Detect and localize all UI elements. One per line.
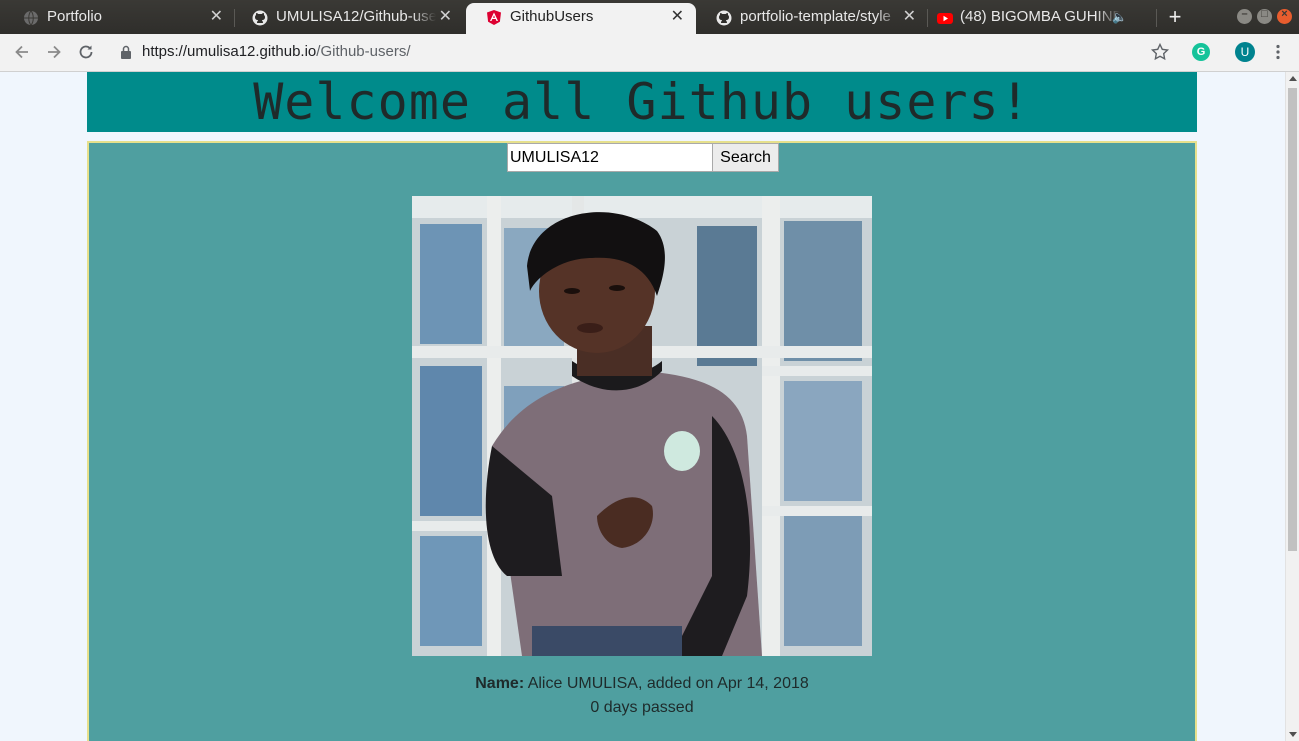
tab-githubusers[interactable]: GithubUsers ✕: [466, 3, 696, 34]
github-icon: [716, 10, 732, 26]
forward-arrow-icon[interactable]: [44, 42, 64, 62]
maximize-button[interactable]: □: [1257, 8, 1272, 24]
tab-label: (48) BIGOMBA GUHINDA: [960, 8, 1120, 25]
page-title: Welcome all Github users!: [253, 73, 1031, 131]
globe-icon: [24, 10, 38, 26]
search-input[interactable]: [507, 143, 713, 172]
browser-tab-strip: Portfolio ✕ UMULISA12/Github-users ✕ Git…: [0, 0, 1299, 34]
page-header: Welcome all Github users!: [87, 72, 1197, 132]
reload-icon[interactable]: [76, 42, 96, 62]
window-close-button[interactable]: ×: [1277, 8, 1292, 24]
tab-youtube[interactable]: (48) BIGOMBA GUHINDA 🔈: [925, 3, 1157, 34]
address-bar[interactable]: https://umulisa12.github.io/Github-users…: [142, 43, 411, 60]
scrollbar-thumb[interactable]: [1288, 88, 1297, 551]
angular-icon: [487, 10, 501, 25]
lock-icon[interactable]: [120, 45, 132, 59]
tab-label: GithubUsers: [510, 8, 594, 25]
tab-portfolio-template[interactable]: portfolio-template/style ✕: [696, 3, 928, 34]
user-photo-illustration: [412, 196, 872, 656]
github-icon: [252, 10, 268, 26]
user-panel: Search: [87, 141, 1197, 741]
scroll-up-arrow-icon[interactable]: [1289, 76, 1297, 81]
back-arrow-icon[interactable]: [12, 42, 32, 62]
tab-label: UMULISA12/Github-users: [276, 8, 436, 25]
new-tab-button[interactable]: +: [1165, 4, 1185, 30]
user-avatar-photo: [412, 196, 872, 656]
close-icon[interactable]: ✕: [439, 3, 452, 31]
youtube-icon: [937, 13, 953, 24]
search-button[interactable]: Search: [712, 143, 779, 172]
grammarly-extension-icon[interactable]: G: [1192, 43, 1210, 61]
days-passed-text: 0 days passed: [590, 699, 694, 716]
page-scrollbar[interactable]: [1285, 72, 1299, 741]
tab-label: portfolio-template/style: [740, 8, 891, 25]
url-host: https://umulisa12.github.io: [142, 43, 317, 60]
speaker-icon[interactable]: 🔈: [1112, 3, 1127, 31]
close-icon[interactable]: ✕: [210, 3, 223, 31]
tab-separator: [1156, 9, 1157, 27]
scroll-down-arrow-icon[interactable]: [1289, 732, 1297, 737]
profile-avatar[interactable]: U: [1235, 42, 1255, 62]
close-icon[interactable]: ✕: [903, 3, 916, 31]
star-icon[interactable]: [1150, 42, 1170, 62]
page-viewport: Welcome all Github users! Search: [0, 72, 1285, 741]
close-icon[interactable]: ✕: [671, 3, 684, 31]
more-menu-icon[interactable]: [1268, 42, 1288, 62]
url-path: /Github-users/: [316, 43, 411, 60]
tab-label: Portfolio: [47, 8, 103, 25]
tab-github-users-repo[interactable]: UMULISA12/Github-users ✕: [232, 3, 464, 34]
browser-toolbar: https://umulisa12.github.io/Github-users…: [0, 34, 1299, 72]
user-name-line: Name: Alice UMULISA, added on Apr 14, 20…: [89, 675, 1195, 693]
tab-portfolio[interactable]: Portfolio ✕: [3, 3, 235, 34]
name-label: Name:: [475, 675, 525, 692]
minimize-button[interactable]: –: [1237, 8, 1252, 24]
user-name-text: Alice UMULISA, added on Apr 14, 2018: [524, 675, 809, 692]
